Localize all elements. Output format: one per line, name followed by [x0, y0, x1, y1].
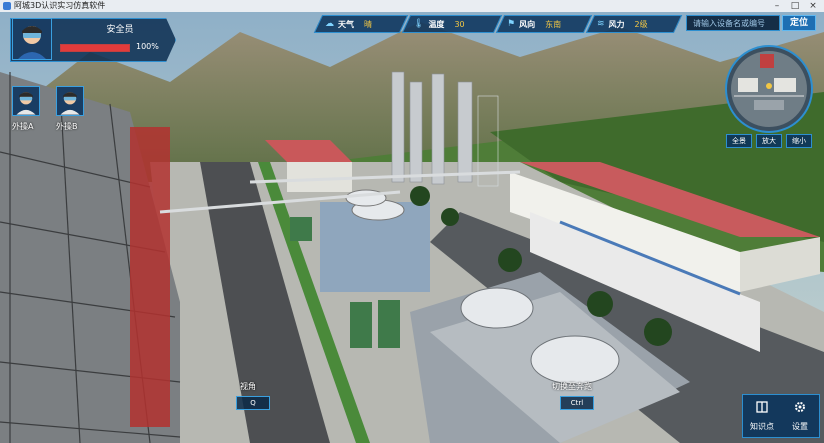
run-key-button[interactable]: Ctrl	[560, 396, 594, 410]
teammate-label-a: 外操A	[12, 122, 34, 131]
maximize-icon[interactable]: □	[786, 0, 804, 12]
weather-item-temperature: 🌡 温度 30	[401, 15, 503, 33]
player-avatar-icon	[18, 26, 46, 59]
player-avatar	[12, 18, 52, 60]
wind-force-label: 风力	[608, 19, 625, 29]
teammate-label-b: 外操B	[56, 122, 78, 131]
weather-item-wind-force: ≋ 风力 2级	[585, 15, 683, 33]
teammate-avatar-b[interactable]	[56, 86, 84, 116]
temperature-label: 温度	[428, 19, 445, 29]
minimap-fullview-button[interactable]: 全景	[726, 134, 752, 148]
temperature-value: 30	[454, 19, 465, 29]
book-icon	[756, 401, 768, 413]
wind-icon: ≋	[597, 19, 605, 29]
wind-force-value: 2级	[634, 19, 648, 29]
device-search-input[interactable]: 请输入设备名或编号	[686, 15, 780, 31]
view-hint-label: 视角	[240, 382, 256, 391]
bottom-right-toolbar: 知识点 设置	[742, 394, 820, 438]
player-role: 安全员	[106, 25, 134, 35]
thermometer-icon: 🌡	[413, 19, 425, 29]
3d-scene-viewport[interactable]	[0, 12, 824, 443]
app-icon	[3, 2, 11, 10]
health-bar	[60, 44, 130, 52]
view-key-button[interactable]: Q	[236, 396, 270, 410]
weather-value: 晴	[364, 19, 372, 29]
player-marker-icon	[766, 83, 772, 89]
teammate-avatar-icon	[60, 92, 80, 115]
settings-button[interactable]: 设置	[781, 395, 819, 437]
teammate-avatar-a[interactable]	[12, 86, 40, 116]
health-value: 100%	[136, 42, 159, 51]
minimap-zoom-in-button[interactable]: 放大	[756, 134, 782, 148]
run-hint-label: 切换至奔跑	[552, 382, 592, 391]
settings-label: 设置	[792, 422, 808, 431]
minimap-zoom-out-button[interactable]: 缩小	[786, 134, 812, 148]
weather-label: 天气	[338, 19, 354, 29]
knowledge-label: 知识点	[750, 422, 774, 431]
flag-icon: ⚑	[507, 19, 516, 29]
wind-direction-label: 风向	[519, 19, 536, 29]
gear-icon	[795, 402, 805, 412]
weather-item-weather: ☁ 天气 晴	[313, 15, 409, 33]
close-icon[interactable]: ×	[804, 0, 822, 12]
teammate-avatar-icon	[16, 92, 36, 115]
minimize-icon[interactable]: –	[768, 0, 786, 12]
health-bar-fill	[61, 45, 129, 51]
wind-direction-value: 东南	[545, 19, 562, 29]
knowledge-button[interactable]: 知识点	[743, 395, 781, 437]
cloud-icon: ☁	[325, 19, 334, 29]
locate-button[interactable]: 定位	[782, 15, 816, 31]
minimap[interactable]	[724, 44, 814, 134]
window-title: 阿城3D认识实习仿真软件	[14, 1, 106, 10]
weather-item-wind-direction: ⚑ 风向 东南	[495, 15, 593, 33]
